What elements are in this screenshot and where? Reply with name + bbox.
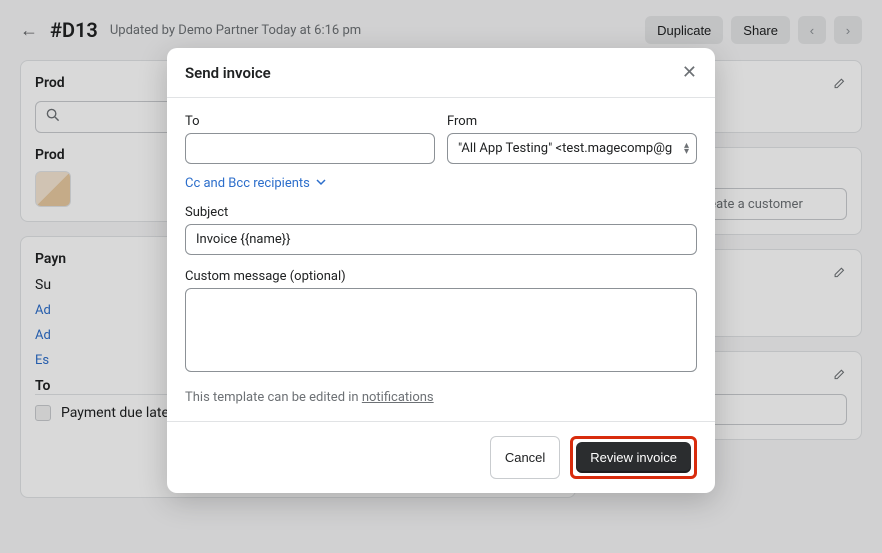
modal-title: Send invoice	[185, 64, 271, 82]
cancel-button[interactable]: Cancel	[490, 436, 560, 479]
modal-overlay: Send invoice ✕ To From ▴▾	[0, 0, 882, 553]
custom-message-label: Custom message (optional)	[185, 269, 697, 284]
template-note: This template can be edited in notificat…	[185, 390, 697, 405]
close-button[interactable]: ✕	[682, 62, 697, 83]
subject-input[interactable]	[185, 224, 697, 255]
custom-message-textarea[interactable]	[185, 288, 697, 372]
from-label: From	[447, 114, 697, 129]
chevron-down-icon	[316, 176, 326, 191]
cc-bcc-link[interactable]: Cc and Bcc recipients	[185, 176, 326, 191]
notifications-link[interactable]: notifications	[362, 390, 434, 405]
subject-label: Subject	[185, 205, 697, 220]
cc-bcc-label: Cc and Bcc recipients	[185, 176, 310, 191]
review-invoice-button[interactable]: Review invoice	[576, 442, 691, 473]
send-invoice-modal: Send invoice ✕ To From ▴▾	[167, 48, 715, 493]
from-select[interactable]	[447, 133, 697, 164]
close-icon: ✕	[682, 62, 697, 82]
review-highlight: Review invoice	[570, 436, 697, 479]
to-input[interactable]	[185, 133, 435, 164]
to-label: To	[185, 114, 435, 129]
